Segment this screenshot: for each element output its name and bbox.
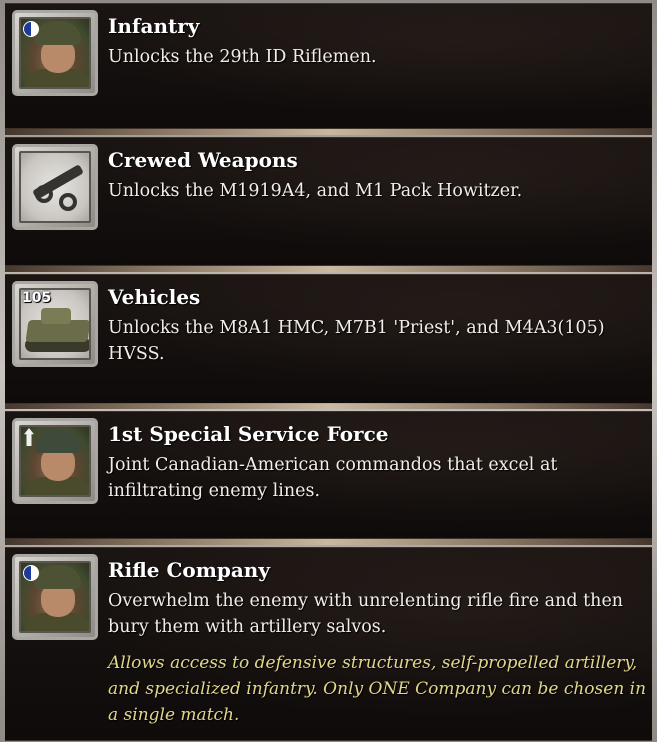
item-title: Vehicles [108, 285, 201, 309]
unlock-panel: Infantry Unlocks the 29th ID Riflemen. C… [0, 0, 657, 742]
howitzer-icon [19, 151, 91, 223]
tank-caliber-label: 105 [22, 290, 52, 306]
division-badge-icon [23, 565, 39, 581]
rifle-company-portrait-icon [19, 561, 91, 633]
divider [5, 266, 652, 272]
unlock-item-vehicles[interactable]: 105 Vehicles Unlocks the M8A1 HMC, M7B1 … [5, 274, 652, 404]
unlock-item-infantry[interactable]: Infantry Unlocks the 29th ID Riflemen. [5, 3, 652, 129]
crewed-weapons-icon-frame [12, 144, 98, 230]
item-title: Crewed Weapons [108, 148, 298, 172]
vehicles-icon-frame: 105 [12, 281, 98, 367]
item-description: Unlocks the M8A1 HMC, M7B1 'Priest', and… [108, 318, 605, 364]
item-description: Joint Canadian-American commandos that e… [108, 455, 558, 501]
ssf-icon-frame [12, 418, 98, 504]
infantry-icon-frame [12, 10, 98, 96]
tank-icon: 105 [19, 288, 91, 360]
item-description: Unlocks the 29th ID Riflemen. [108, 47, 377, 67]
unlock-item-crewed-weapons[interactable]: Crewed Weapons Unlocks the M1919A4, and … [5, 137, 652, 266]
unlock-item-special-service-force[interactable]: 1st Special Service Force Joint Canadian… [5, 411, 652, 539]
arrowhead-badge-icon [24, 428, 34, 446]
company-note: Allows access to defensive structures, s… [108, 653, 647, 725]
unlock-item-rifle-company[interactable]: Rifle Company Overwhelm the enemy with u… [5, 547, 652, 741]
item-title: Rifle Company [108, 558, 270, 582]
item-title: Infantry [108, 14, 200, 38]
item-description: Overwhelm the enemy with unrelenting rif… [108, 591, 624, 637]
commando-portrait-icon [19, 425, 91, 497]
divider [5, 129, 652, 135]
rifle-company-icon-frame [12, 554, 98, 640]
division-badge-icon [23, 21, 39, 37]
item-title: 1st Special Service Force [108, 422, 389, 446]
divider [5, 539, 652, 545]
infantry-portrait-icon [19, 17, 91, 89]
divider [5, 403, 652, 409]
item-description: Unlocks the M1919A4, and M1 Pack Howitze… [108, 181, 523, 201]
